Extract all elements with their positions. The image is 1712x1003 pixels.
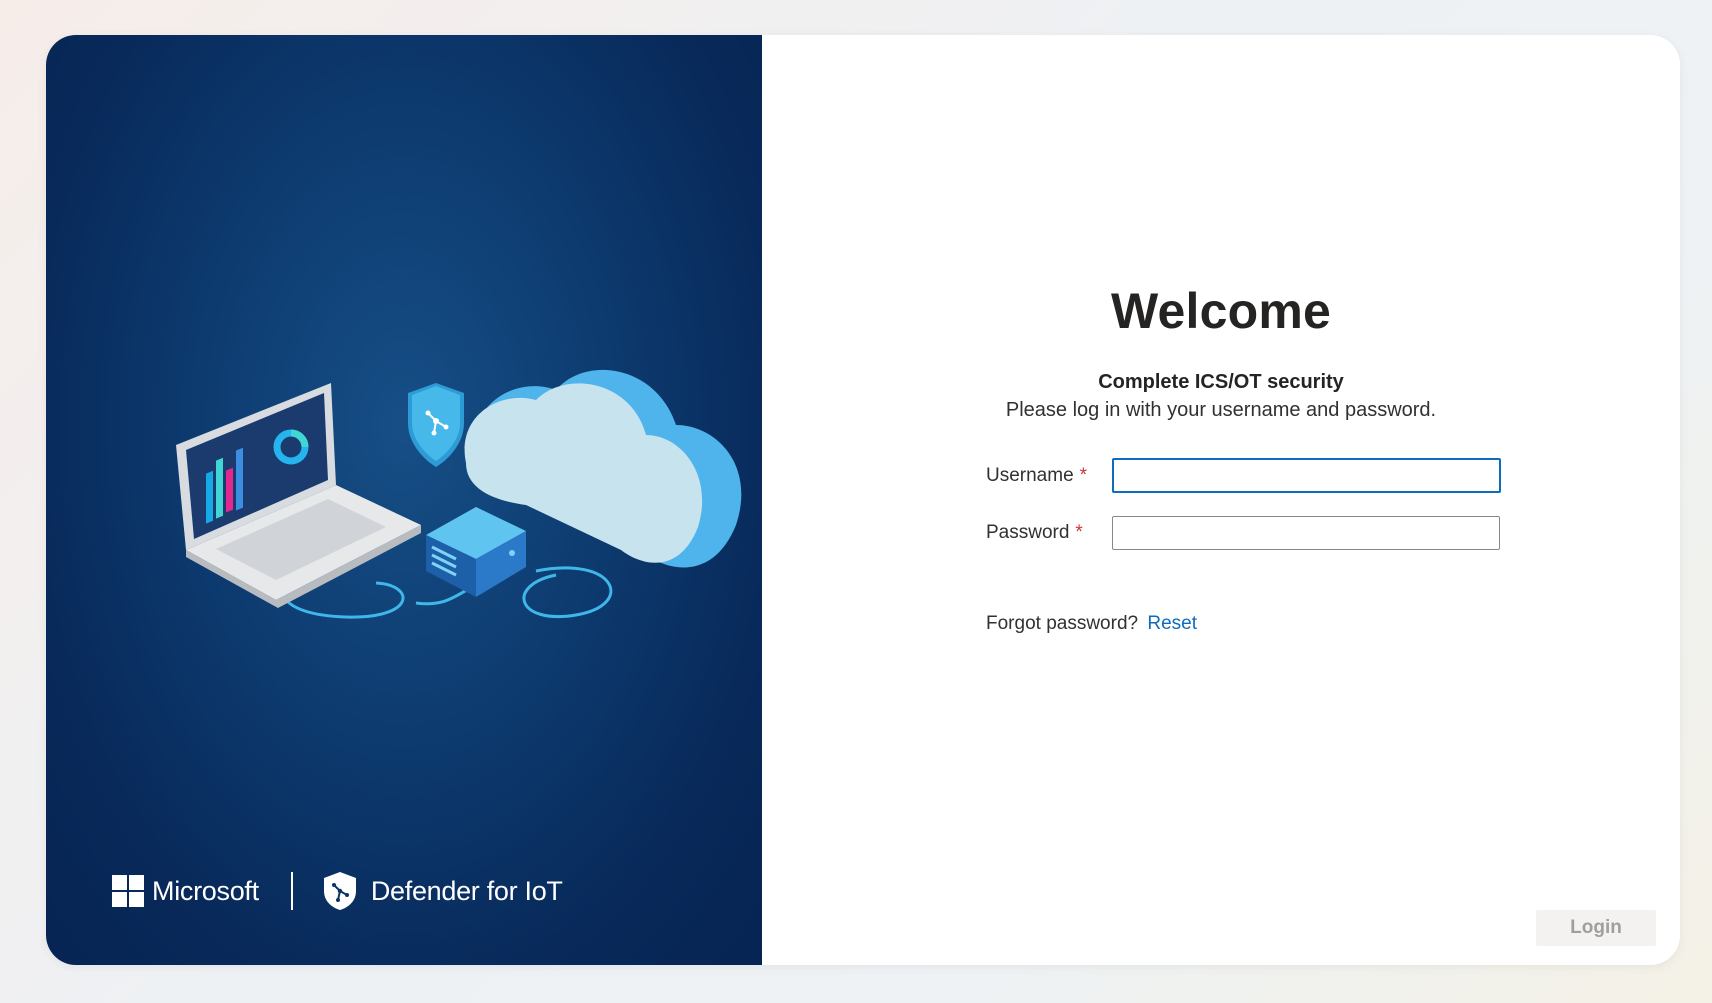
page-title: Welcome [1110, 283, 1331, 339]
password-field[interactable] [1112, 516, 1500, 550]
login-button[interactable]: Login [1536, 910, 1656, 946]
product-name: Defender for IoT [370, 875, 563, 906]
brand-bar: Microsoft Defender for IoT [112, 871, 563, 911]
required-marker: * [1075, 522, 1083, 543]
hero-panel: Microsoft Defender for IoT [46, 35, 762, 965]
microsoft-logo-icon [112, 875, 144, 907]
password-label: Password * [986, 522, 1083, 543]
username-row: Username * [986, 458, 1501, 493]
password-row: Password * [986, 516, 1500, 550]
company-name: Microsoft [152, 875, 259, 906]
reset-link[interactable]: Reset [1147, 613, 1197, 634]
username-field[interactable] [1112, 458, 1501, 493]
forgot-password: Forgot password? Reset [986, 613, 1197, 635]
forgot-password-text: Forgot password? [986, 613, 1139, 634]
login-panel: Welcome Complete ICS/OT security Please … [762, 35, 1680, 965]
shield-icon [323, 871, 357, 911]
required-marker: * [1079, 464, 1088, 486]
username-label: Username * [986, 464, 1088, 486]
laptop-cloud-server-illustration [176, 369, 742, 619]
login-card: Microsoft Defender for IoT Welcome Compl… [46, 35, 1680, 965]
shield-icon [408, 383, 464, 467]
brand-divider [290, 872, 293, 910]
laptop-icon [176, 383, 421, 608]
server-icon [426, 507, 526, 597]
login-subtitle: Complete ICS/OT security [1098, 371, 1344, 393]
login-instructions: Please log in with your username and pas… [1005, 399, 1437, 421]
